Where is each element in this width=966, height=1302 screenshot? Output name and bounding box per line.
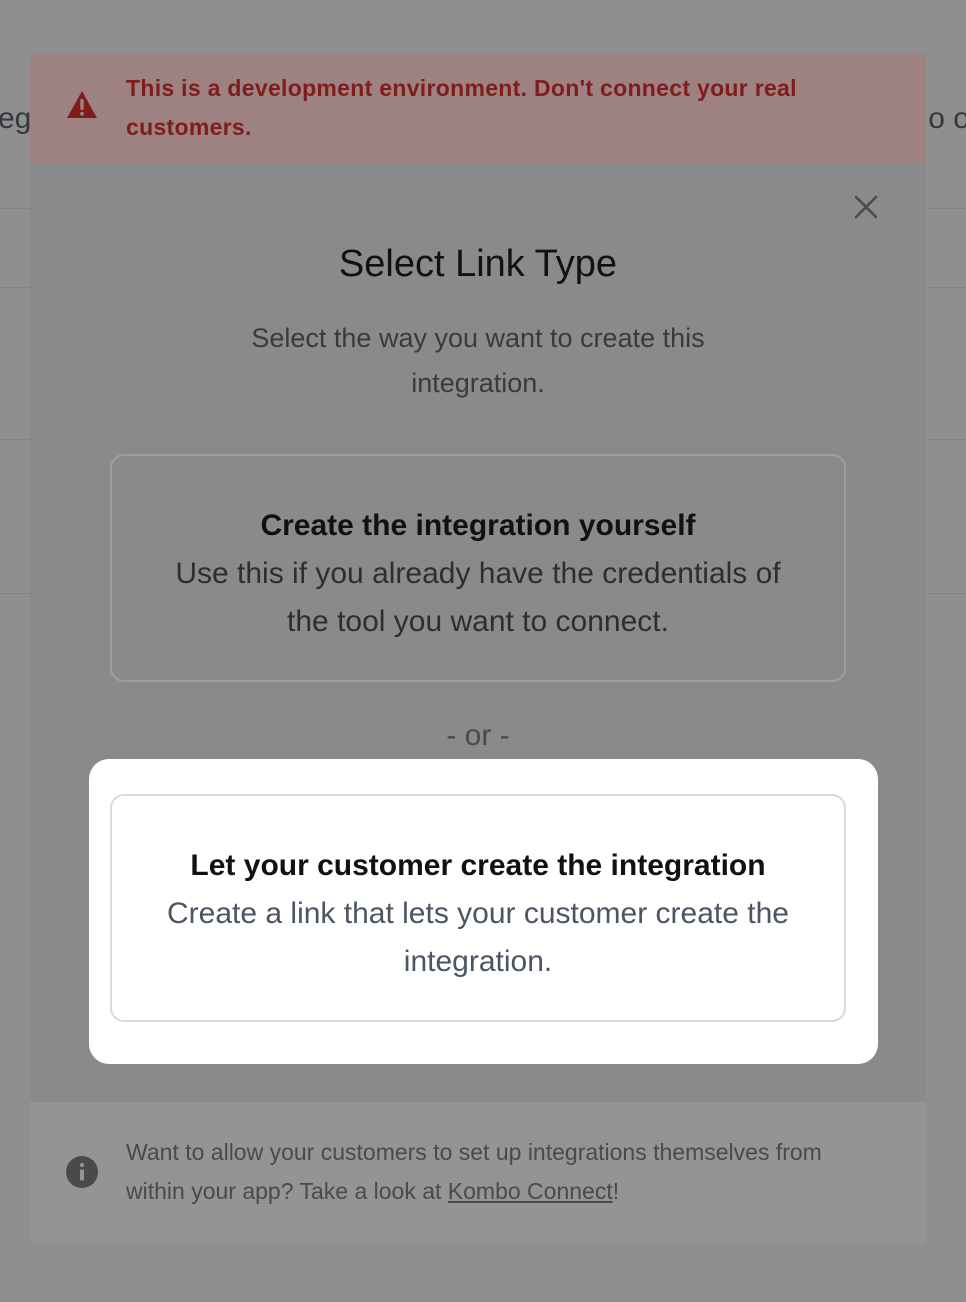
option-title: Let your customer create the integration — [190, 849, 766, 882]
warning-triangle-icon — [67, 91, 97, 118]
close-icon[interactable] — [850, 191, 882, 223]
kombo-connect-link[interactable]: Kombo Connect — [448, 1178, 613, 1204]
option-highlight: Let your customer create the integration… — [89, 759, 878, 1064]
create-yourself-option[interactable]: Create the integration yourself Use this… — [110, 454, 846, 682]
option-description: Use this if you already have the credent… — [175, 557, 781, 638]
or-divider: - or - — [446, 719, 510, 752]
footer-text: Want to allow your customers to set up i… — [126, 1133, 886, 1211]
option-description: Create a link that lets your customer cr… — [167, 897, 789, 978]
select-link-type-modal: This is a development environment. Don't… — [30, 53, 926, 1244]
footer-text-after: ! — [612, 1178, 620, 1204]
modal-footer: Want to allow your customers to set up i… — [30, 1102, 926, 1244]
option-title: Create the integration yourself — [260, 509, 696, 542]
modal-subtitle: Select the way you want to create this i… — [251, 323, 705, 398]
dev-environment-warning-text: This is a development environment. Don't… — [126, 75, 797, 140]
modal-title: Select Link Type — [338, 243, 618, 285]
dev-environment-banner: This is a development environment. Don't… — [30, 53, 926, 163]
customer-creates-option[interactable]: Let your customer create the integration… — [110, 794, 846, 1022]
info-icon — [66, 1156, 98, 1188]
